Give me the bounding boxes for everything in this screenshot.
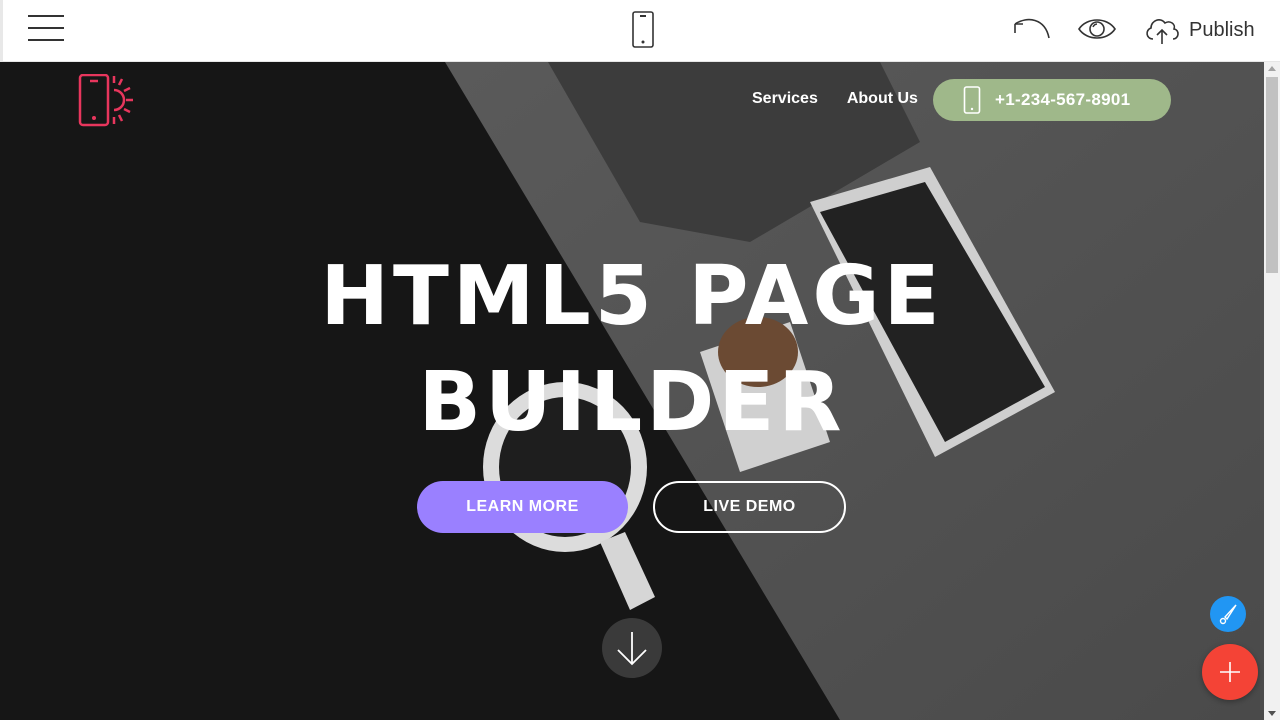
scroll-down-arrow-icon[interactable] [1268,711,1276,716]
editor-toolbar: Publish [0,0,1280,62]
hamburger-line [28,39,64,41]
add-block-button[interactable] [1202,644,1258,700]
eye-icon[interactable] [1077,16,1117,42]
site-nav: Services About Us [752,90,918,108]
learn-more-button[interactable]: LEARN MORE [417,481,628,533]
vertical-scrollbar[interactable] [1264,62,1280,720]
publish-button[interactable]: Publish [1143,12,1255,48]
hero-headline: HTML5 PAGE BUILDER [0,244,1264,456]
phone-button[interactable]: +1-234-567-8901 [933,79,1171,121]
arrow-down-icon [617,632,647,666]
headline-line-1: HTML5 PAGE [320,249,944,344]
plus-icon [1220,662,1240,682]
scrollbar-thumb[interactable] [1266,77,1278,273]
hamburger-line [28,27,64,29]
cloud-upload-icon [1146,19,1179,44]
live-demo-button[interactable]: LIVE DEMO [653,481,846,533]
publish-label: Publish [1189,18,1255,41]
undo-icon[interactable] [1011,14,1053,42]
nav-link-about-us[interactable]: About Us [847,90,918,108]
scroll-down-button[interactable] [602,618,662,678]
mobile-phone-icon [963,86,981,114]
nav-link-services[interactable]: Services [752,90,818,108]
headline-line-2: BUILDER [418,355,846,450]
site-preview: Services About Us +1-234-567-8901 HTML5 … [0,62,1264,720]
scroll-up-arrow-icon[interactable] [1268,66,1276,71]
edit-styles-button[interactable] [1210,596,1246,632]
hamburger-menu-button[interactable] [28,14,65,42]
phone-sun-icon[interactable] [78,74,142,128]
hamburger-line [28,15,64,17]
paint-brush-icon [1219,604,1237,625]
phone-number: +1-234-567-8901 [995,90,1131,109]
mobile-phone-icon[interactable] [630,11,656,49]
